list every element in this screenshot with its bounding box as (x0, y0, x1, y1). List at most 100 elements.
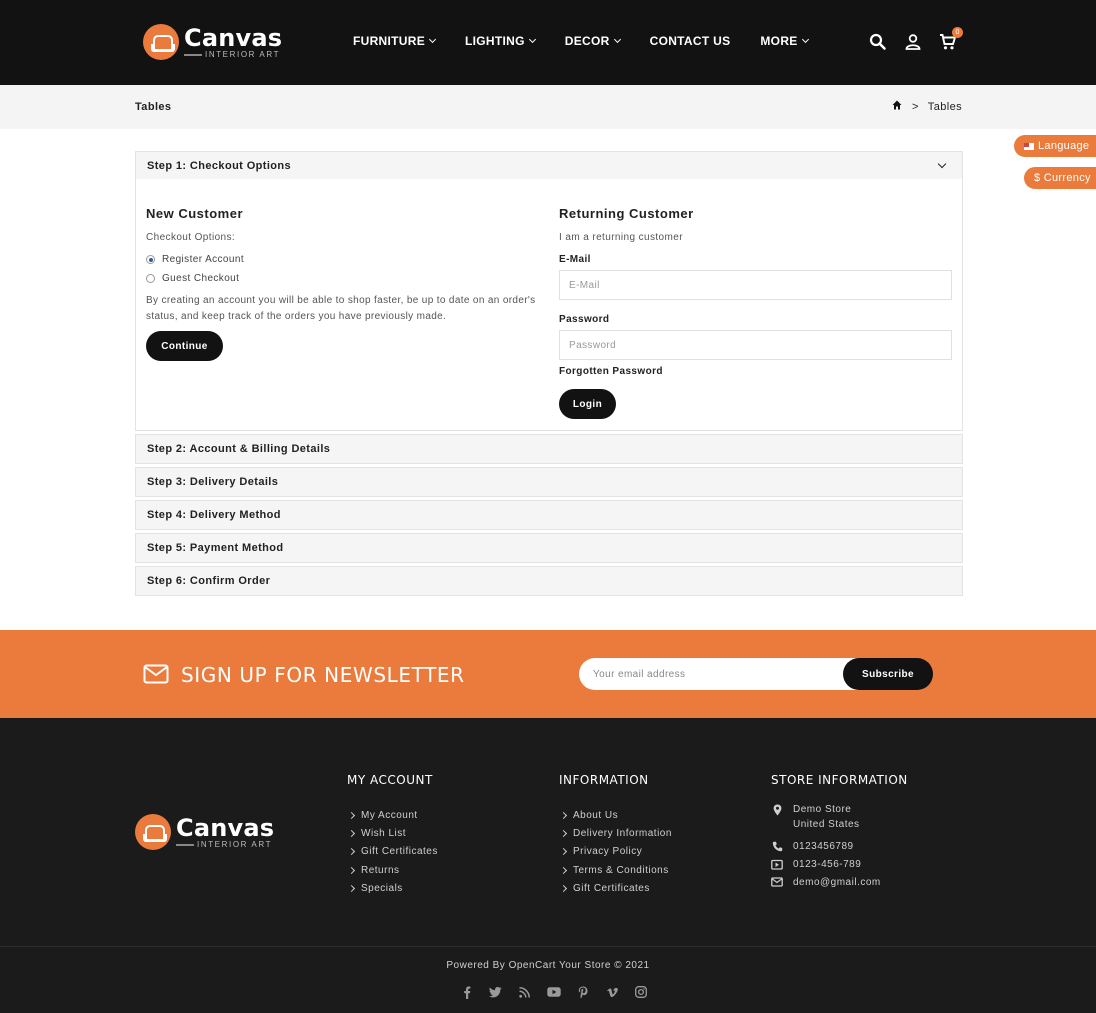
envelope-icon (143, 664, 169, 689)
register-description: By creating an account you will be able … (146, 295, 536, 322)
nav-item-lighting[interactable]: LIGHTING (465, 34, 536, 48)
continue-button[interactable]: Continue (146, 331, 223, 361)
footer-link-my-account[interactable]: My Account (347, 806, 438, 824)
chevron-down-icon (937, 159, 947, 169)
footer-link-privacy-policy[interactable]: Privacy Policy (559, 843, 672, 861)
step-4-title: Step 4: Delivery Method (147, 509, 281, 521)
nav-label: LIGHTING (465, 34, 525, 48)
footer-link-gift-certificates[interactable]: Gift Certificates (559, 880, 672, 898)
nav-item-furniture[interactable]: FURNITURE (353, 34, 437, 48)
language-tab[interactable]: Language (1014, 135, 1096, 157)
step-5-title: Step 5: Payment Method (147, 542, 284, 554)
facebook-icon[interactable] (452, 984, 481, 1000)
rss-icon[interactable] (510, 984, 539, 1000)
radio-label: Guest Checkout (162, 273, 240, 284)
armchair-logo-icon (143, 24, 179, 60)
store-address-line2: United States (793, 819, 860, 830)
store-address: Demo Store United States (771, 802, 908, 832)
footer-logo[interactable]: Canvas INTERIOR ART (135, 814, 274, 850)
nav-label: CONTACT US (649, 34, 731, 48)
footer-store-information: STORE INFORMATION Demo Store United Stat… (771, 773, 908, 890)
radio-register[interactable] (146, 255, 155, 264)
footer-link-terms-conditions[interactable]: Terms & Conditions (559, 861, 672, 879)
store-phone: 0123456789 (771, 839, 908, 854)
footer-link-about-us[interactable]: About Us (559, 806, 672, 824)
flag-icon (1024, 142, 1034, 150)
nav-label: MORE (760, 34, 798, 48)
footer-divider (0, 946, 1096, 947)
fax-icon (771, 857, 783, 870)
currency-tab[interactable]: $ Currency (1024, 167, 1096, 189)
forgotten-password-link[interactable]: Forgotten Password (559, 366, 663, 377)
powered-by-text: Powered By OpenCart Your Store © 2021 (446, 960, 650, 971)
page-title: Tables (135, 101, 172, 113)
email-label: E-Mail (559, 254, 591, 265)
user-icon[interactable] (904, 33, 922, 51)
breadcrumb: > Tables (892, 100, 962, 113)
chevron-down-icon (428, 35, 437, 44)
subscribe-button[interactable]: Subscribe (843, 658, 933, 690)
footer-heading: STORE INFORMATION (771, 773, 908, 787)
search-icon[interactable] (869, 33, 887, 51)
radio-guest[interactable] (146, 274, 155, 283)
returning-customer-subtitle: I am a returning customer (559, 232, 683, 243)
nav-item-more[interactable]: MORE (760, 34, 809, 48)
footer-link-wish-list[interactable]: Wish List (347, 824, 438, 842)
language-label: Language (1038, 140, 1090, 152)
store-fax-number: 0123-456-789 (793, 859, 862, 870)
nav-item-decor[interactable]: DECOR (564, 34, 621, 48)
phone-icon (771, 839, 783, 852)
step-4-panel[interactable]: Step 4: Delivery Method (135, 500, 963, 530)
site-footer: Canvas INTERIOR ART MY ACCOUNT My Accoun… (0, 718, 1096, 1013)
step-6-title: Step 6: Confirm Order (147, 575, 271, 587)
footer-information: INFORMATION About Us Delivery Informatio… (559, 773, 672, 898)
breadcrumb-current[interactable]: Tables (928, 101, 962, 113)
step-1-title: Step 1: Checkout Options (147, 160, 292, 172)
register-account-option[interactable]: Register Account (146, 254, 244, 265)
store-fax: 0123-456-789 (771, 857, 908, 872)
logo-tagline: INTERIOR ART (184, 50, 282, 59)
site-logo[interactable]: Canvas INTERIOR ART (143, 24, 282, 60)
home-icon[interactable] (892, 100, 902, 113)
breadcrumb-separator: > (911, 100, 919, 113)
footer-my-account: MY ACCOUNT My Account Wish List Gift Cer… (347, 773, 438, 898)
footer-link-gift-certificates[interactable]: Gift Certificates (347, 843, 438, 861)
chevron-down-icon (528, 35, 536, 44)
cart-icon[interactable]: 0 (939, 27, 963, 51)
instagram-icon[interactable] (626, 984, 655, 1000)
step-2-title: Step 2: Account & Billing Details (147, 443, 331, 455)
currency-label: $ Currency (1034, 172, 1091, 184)
email-field[interactable] (559, 270, 952, 300)
pinterest-icon[interactable] (568, 984, 597, 1000)
step-2-panel[interactable]: Step 2: Account & Billing Details (135, 434, 963, 464)
armchair-logo-icon (135, 814, 171, 850)
checkout-options-label: Checkout Options: (146, 232, 236, 243)
chevron-down-icon (613, 35, 621, 44)
footer-link-specials[interactable]: Specials (347, 880, 438, 898)
nav-label: FURNITURE (353, 34, 426, 48)
footer-heading: MY ACCOUNT (347, 773, 433, 787)
mail-icon (771, 875, 783, 887)
login-button[interactable]: Login (559, 389, 616, 419)
nav-item-contact-us[interactable]: CONTACT US (650, 34, 731, 48)
store-email-address[interactable]: demo@gmail.com (793, 875, 881, 890)
step-1-panel[interactable]: Step 1: Checkout Options (135, 151, 963, 181)
store-email: demo@gmail.com (771, 875, 908, 890)
youtube-icon[interactable] (539, 984, 568, 1000)
password-field[interactable] (559, 330, 952, 360)
password-label: Password (559, 314, 610, 325)
guest-checkout-option[interactable]: Guest Checkout (146, 273, 239, 284)
step-3-panel[interactable]: Step 3: Delivery Details (135, 467, 963, 497)
step-6-panel[interactable]: Step 6: Confirm Order (135, 566, 963, 596)
nav-label: DECOR (564, 34, 610, 48)
footer-link-returns[interactable]: Returns (347, 861, 438, 879)
new-customer-heading: New Customer (146, 206, 244, 221)
twitter-icon[interactable] (481, 984, 510, 1000)
step-5-panel[interactable]: Step 5: Payment Method (135, 533, 963, 563)
vimeo-icon[interactable] (597, 984, 626, 1000)
footer-link-delivery-information[interactable]: Delivery Information (559, 824, 672, 842)
logo-tagline: INTERIOR ART (176, 840, 274, 849)
store-phone-number[interactable]: 0123456789 (793, 839, 854, 854)
newsletter-email-input[interactable] (579, 658, 869, 690)
step-3-title: Step 3: Delivery Details (147, 476, 279, 488)
